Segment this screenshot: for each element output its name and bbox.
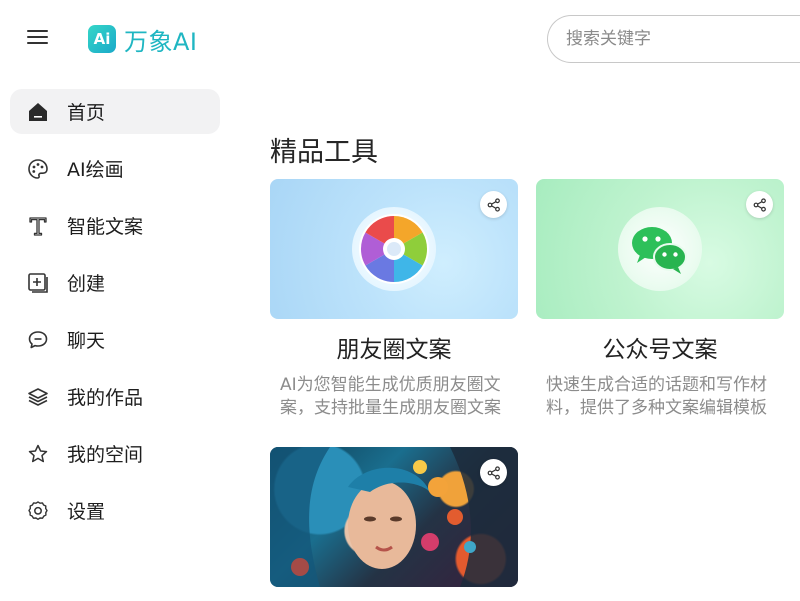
- wechat-icon: [618, 207, 702, 291]
- card-image: [270, 179, 518, 319]
- sidebar: 首页 AI绘画 智能文案 创建 聊天 我的作品 我的空间 设置: [10, 89, 220, 545]
- add-square-icon: [27, 272, 49, 294]
- card-title: 朋友圈文案: [336, 337, 452, 363]
- sidebar-item-label: 智能文案: [67, 216, 144, 238]
- palette-icon: [27, 158, 49, 180]
- chat-icon: [27, 329, 49, 351]
- sidebar-item-smart-copy[interactable]: 智能文案: [10, 203, 220, 248]
- sidebar-item-label: AI绘画: [67, 159, 124, 181]
- aperture-icon: [352, 207, 436, 291]
- sidebar-item-home[interactable]: 首页: [10, 89, 220, 134]
- sidebar-item-label: 我的空间: [67, 444, 144, 466]
- card-title: 公众号文案: [602, 337, 718, 363]
- tool-card-official-account-copy[interactable]: 公众号文案 快速生成合适的话题和写作材料，提供了多种文案编辑模板: [536, 179, 784, 420]
- share-icon: [487, 465, 500, 480]
- section-title: 精品工具: [270, 137, 378, 168]
- hamburger-icon: [27, 30, 48, 32]
- sidebar-item-settings[interactable]: 设置: [10, 488, 220, 533]
- text-icon: [27, 215, 49, 237]
- card-description: 快速生成合适的话题和写作材料，提供了多种文案编辑模板: [546, 375, 767, 418]
- card-image: [536, 179, 784, 319]
- star-icon: [27, 443, 49, 465]
- menu-button[interactable]: [24, 26, 52, 50]
- search-input[interactable]: [548, 16, 800, 62]
- sidebar-item-label: 聊天: [67, 330, 106, 352]
- gear-icon: [27, 500, 49, 522]
- logo-badge: Ai: [88, 25, 116, 53]
- share-icon: [753, 197, 766, 212]
- sidebar-item-my-works[interactable]: 我的作品: [10, 374, 220, 419]
- logo-text: 万象AI: [124, 27, 198, 56]
- art-portrait-image: [270, 447, 518, 587]
- sidebar-item-chat[interactable]: 聊天: [10, 317, 220, 362]
- sidebar-item-label: 我的作品: [67, 387, 144, 409]
- share-button[interactable]: [746, 191, 773, 218]
- home-icon: [27, 101, 49, 123]
- share-icon: [487, 197, 500, 212]
- logo[interactable]: Ai 万象AI: [88, 24, 198, 56]
- tool-card-moments-copy[interactable]: 朋友圈文案 AI为您智能生成优质朋友圈文案，支持批量生成朋友圈文案: [270, 179, 518, 420]
- sidebar-item-label: 设置: [67, 501, 106, 523]
- share-button[interactable]: [480, 459, 507, 486]
- tool-card-art[interactable]: [270, 447, 518, 587]
- sidebar-item-ai-painting[interactable]: AI绘画: [10, 146, 220, 191]
- sidebar-item-label: 创建: [67, 273, 106, 295]
- layers-icon: [27, 386, 49, 408]
- search-box[interactable]: [547, 15, 800, 63]
- share-button[interactable]: [480, 191, 507, 218]
- card-description: AI为您智能生成优质朋友圈文案，支持批量生成朋友圈文案: [280, 375, 501, 418]
- sidebar-item-label: 首页: [67, 102, 106, 124]
- sidebar-item-my-space[interactable]: 我的空间: [10, 431, 220, 476]
- sidebar-item-create[interactable]: 创建: [10, 260, 220, 305]
